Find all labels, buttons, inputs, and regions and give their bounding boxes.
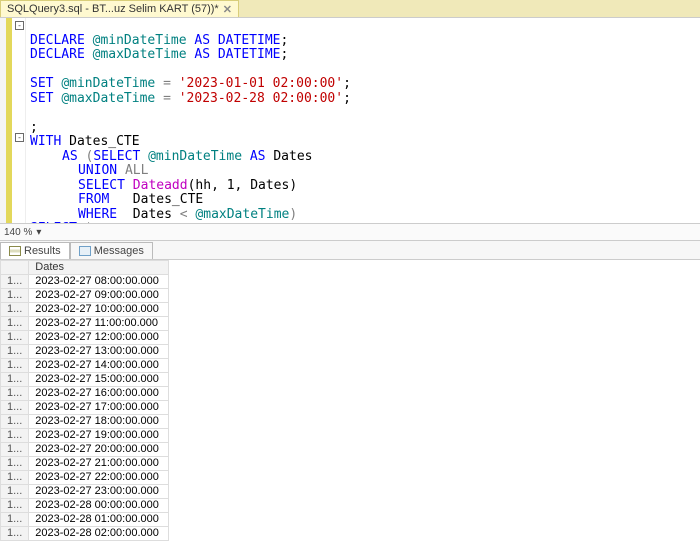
sql-editor[interactable]: - - DECLARE @minDateTime AS DATETIME; DE…	[0, 18, 700, 224]
code-text[interactable]: DECLARE @minDateTime AS DATETIME; DECLAR…	[26, 18, 355, 223]
results-tabstrip: Results Messages	[0, 241, 700, 260]
fold-gutter: - -	[12, 18, 26, 223]
table-row[interactable]: 1...2023-02-27 08:00:00.000	[1, 275, 169, 289]
results-grid[interactable]: Dates 1...2023-02-27 08:00:00.0001...202…	[0, 260, 700, 541]
table-row[interactable]: 1...2023-02-27 19:00:00.000	[1, 429, 169, 443]
cell-value: 2023-02-27 15:00:00.000	[29, 373, 169, 387]
table-row[interactable]: 1...2023-02-27 12:00:00.000	[1, 331, 169, 345]
row-number: 1...	[1, 513, 29, 527]
cell-value: 2023-02-27 14:00:00.000	[29, 359, 169, 373]
row-number: 1...	[1, 471, 29, 485]
ssms-window: SQLQuery3.sql - BT...uz Selim KART (57))…	[0, 0, 700, 541]
cell-value: 2023-02-28 01:00:00.000	[29, 513, 169, 527]
tab-label: Messages	[94, 245, 144, 257]
messages-icon	[79, 246, 91, 256]
table-row[interactable]: 1...2023-02-27 17:00:00.000	[1, 401, 169, 415]
document-tabbar: SQLQuery3.sql - BT...uz Selim KART (57))…	[0, 0, 700, 18]
tab-results[interactable]: Results	[0, 242, 70, 259]
row-number: 1...	[1, 429, 29, 443]
row-number: 1...	[1, 359, 29, 373]
fold-toggle-icon[interactable]: -	[15, 133, 24, 142]
cell-value: 2023-02-27 13:00:00.000	[29, 345, 169, 359]
table-row[interactable]: 1...2023-02-27 20:00:00.000	[1, 443, 169, 457]
cell-value: 2023-02-27 21:00:00.000	[29, 457, 169, 471]
row-number: 1...	[1, 303, 29, 317]
cell-value: 2023-02-27 23:00:00.000	[29, 485, 169, 499]
row-number: 1...	[1, 485, 29, 499]
cell-value: 2023-02-28 00:00:00.000	[29, 499, 169, 513]
document-tab[interactable]: SQLQuery3.sql - BT...uz Selim KART (57))…	[0, 0, 239, 17]
cell-value: 2023-02-27 18:00:00.000	[29, 415, 169, 429]
cell-value: 2023-02-27 11:00:00.000	[29, 317, 169, 331]
row-number: 1...	[1, 415, 29, 429]
column-header[interactable]: Dates	[29, 261, 169, 275]
grid-icon	[9, 246, 21, 256]
row-number: 1...	[1, 457, 29, 471]
row-number: 1...	[1, 345, 29, 359]
table-row[interactable]: 1...2023-02-28 01:00:00.000	[1, 513, 169, 527]
table-row[interactable]: 1...2023-02-28 02:00:00.000	[1, 527, 169, 541]
table-row[interactable]: 1...2023-02-27 23:00:00.000	[1, 485, 169, 499]
cell-value: 2023-02-27 19:00:00.000	[29, 429, 169, 443]
row-number: 1...	[1, 443, 29, 457]
close-icon[interactable]: ✕	[223, 3, 232, 16]
table-row[interactable]: 1...2023-02-27 09:00:00.000	[1, 289, 169, 303]
zoom-bar: 140 % ▾	[0, 224, 700, 241]
cell-value: 2023-02-27 08:00:00.000	[29, 275, 169, 289]
row-number: 1...	[1, 527, 29, 541]
row-number: 1...	[1, 317, 29, 331]
cell-value: 2023-02-27 16:00:00.000	[29, 387, 169, 401]
cell-value: 2023-02-27 10:00:00.000	[29, 303, 169, 317]
cell-value: 2023-02-27 12:00:00.000	[29, 331, 169, 345]
tab-messages[interactable]: Messages	[70, 242, 153, 259]
cell-value: 2023-02-28 02:00:00.000	[29, 527, 169, 541]
zoom-value[interactable]: 140 %	[4, 227, 32, 238]
fold-toggle-icon[interactable]: -	[15, 21, 24, 30]
row-number: 1...	[1, 499, 29, 513]
table-row[interactable]: 1...2023-02-27 14:00:00.000	[1, 359, 169, 373]
cell-value: 2023-02-27 17:00:00.000	[29, 401, 169, 415]
cell-value: 2023-02-27 09:00:00.000	[29, 289, 169, 303]
row-number: 1...	[1, 275, 29, 289]
row-number-header[interactable]	[1, 261, 29, 275]
tab-label: Results	[24, 245, 61, 257]
row-number: 1...	[1, 331, 29, 345]
tab-title: SQLQuery3.sql - BT...uz Selim KART (57))…	[7, 3, 219, 15]
row-number: 1...	[1, 289, 29, 303]
table-row[interactable]: 1...2023-02-28 00:00:00.000	[1, 499, 169, 513]
table-row[interactable]: 1...2023-02-27 15:00:00.000	[1, 373, 169, 387]
chevron-down-icon[interactable]: ▾	[36, 227, 41, 238]
cell-value: 2023-02-27 22:00:00.000	[29, 471, 169, 485]
row-number: 1...	[1, 373, 29, 387]
table-row[interactable]: 1...2023-02-27 10:00:00.000	[1, 303, 169, 317]
table-row[interactable]: 1...2023-02-27 13:00:00.000	[1, 345, 169, 359]
table-row[interactable]: 1...2023-02-27 22:00:00.000	[1, 471, 169, 485]
table-row[interactable]: 1...2023-02-27 18:00:00.000	[1, 415, 169, 429]
row-number: 1...	[1, 387, 29, 401]
table-row[interactable]: 1...2023-02-27 11:00:00.000	[1, 317, 169, 331]
row-number: 1...	[1, 401, 29, 415]
results-table: Dates 1...2023-02-27 08:00:00.0001...202…	[0, 260, 169, 541]
table-row[interactable]: 1...2023-02-27 16:00:00.000	[1, 387, 169, 401]
table-row[interactable]: 1...2023-02-27 21:00:00.000	[1, 457, 169, 471]
cell-value: 2023-02-27 20:00:00.000	[29, 443, 169, 457]
